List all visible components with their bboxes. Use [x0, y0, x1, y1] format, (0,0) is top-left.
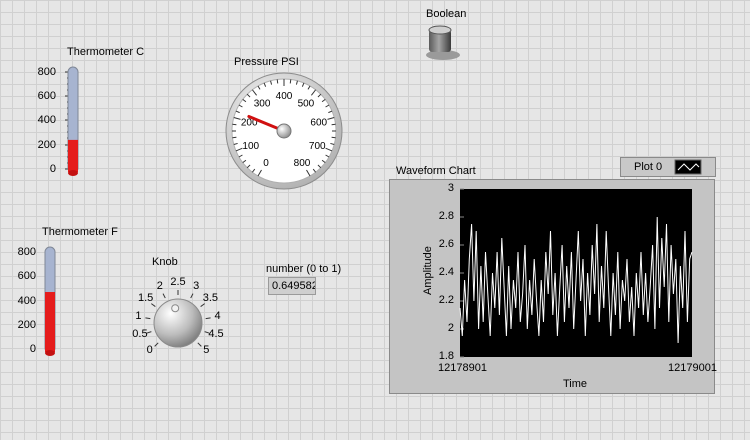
thermometer-f[interactable]: [38, 244, 68, 364]
boolean-label: Boolean: [426, 8, 467, 20]
y-axis-tick-label: 1.8: [438, 350, 454, 362]
knob-indicator: [171, 304, 180, 313]
thermometer-f-tick: 200: [17, 319, 36, 331]
pressure-gauge-tick-label: 0: [263, 158, 269, 169]
pressure-gauge-tick-label: 300: [254, 98, 271, 109]
knob-tick: [197, 342, 202, 347]
knob[interactable]: [133, 278, 223, 368]
pressure-label: Pressure PSI: [234, 56, 299, 68]
knob-tick: [146, 331, 152, 334]
y-axis-tick-label: 2.8: [438, 210, 454, 222]
thermometer-f-tick: 0: [29, 343, 36, 355]
knob-tick: [200, 303, 205, 307]
thermometer-c-bulb: [68, 170, 78, 176]
thermometer-c-fill: [68, 139, 78, 172]
knob-tick: [154, 342, 159, 347]
pressure-gauge-tick: [276, 79, 279, 84]
y-axis-tick-label: 2.2: [438, 294, 454, 306]
thermometer-f-label: Thermometer F: [42, 226, 118, 238]
pressure-gauge-tick: [232, 123, 237, 126]
knob-tick: [204, 331, 210, 334]
knob-tick: [190, 293, 194, 299]
thermometer-c-label: Thermometer C: [67, 46, 145, 58]
thermometer-c-tick: 200: [37, 139, 56, 151]
plot-legend-swatch-icon: [674, 159, 702, 175]
thermometer-c[interactable]: [58, 64, 88, 184]
waveform-chart-title: Waveform Chart: [396, 165, 476, 177]
waveform-chart[interactable]: Amplitude 3 2.8 2.6 2.4 2.2 2 1.8 12178901 121…: [389, 179, 717, 394]
thermometer-f-tick: 400: [17, 295, 36, 307]
pressure-gauge-tick: [289, 79, 292, 84]
x-axis-label: Time: [563, 378, 588, 390]
thermometer-c-tick: 600: [37, 90, 56, 102]
plot-legend-label: Plot 0: [634, 161, 663, 173]
knob-tick: [145, 317, 151, 320]
thermometer-f-tick: 800: [17, 246, 36, 258]
x-axis-start: 12178901: [438, 362, 487, 374]
pressure-gauge[interactable]: 0100200300400500600700800: [224, 71, 344, 191]
thermometer-c-tick: 0: [49, 163, 56, 175]
waveform-plot: [459, 188, 693, 358]
knob-tick: [162, 293, 166, 299]
thermometer-c-tick: 400: [37, 114, 56, 126]
thermometer-c-tick: 800: [37, 66, 56, 78]
boolean-button[interactable]: [421, 22, 463, 64]
thermometer-f-bulb: [45, 350, 55, 356]
number-label: number (0 to 1): [266, 263, 342, 275]
pressure-gauge-tick: [232, 136, 237, 139]
pressure-gauge-tick: [331, 136, 336, 139]
y-axis-tick-label: 2.6: [438, 238, 454, 250]
pressure-gauge-tick-label: 100: [242, 141, 259, 152]
pressure-gauge-tick-label: 600: [310, 118, 327, 129]
pressure-gauge-tick-label: 400: [276, 91, 293, 102]
knob-tick: [205, 317, 211, 320]
pressure-gauge-tick-label: 800: [294, 158, 311, 169]
knob-label: Knob: [152, 256, 178, 268]
pressure-gauge-tick-label: 500: [298, 98, 315, 109]
pressure-gauge-hub: [276, 123, 292, 139]
y-axis-tick-label: 3: [447, 182, 454, 194]
knob-tick: [151, 303, 156, 307]
pressure-gauge-tick: [331, 123, 336, 126]
y-axis-tick-label: 2: [447, 322, 454, 334]
thermometer-f-tick: 600: [17, 270, 36, 282]
pressure-gauge-tick-label: 700: [309, 141, 326, 152]
plot-legend[interactable]: Plot 0: [620, 157, 716, 177]
x-axis-end: 12179001: [668, 362, 717, 374]
number-indicator: 0.649582: [268, 277, 316, 295]
y-axis-tick-label: 2.4: [438, 266, 454, 278]
thermometer-f-fill: [45, 292, 55, 352]
